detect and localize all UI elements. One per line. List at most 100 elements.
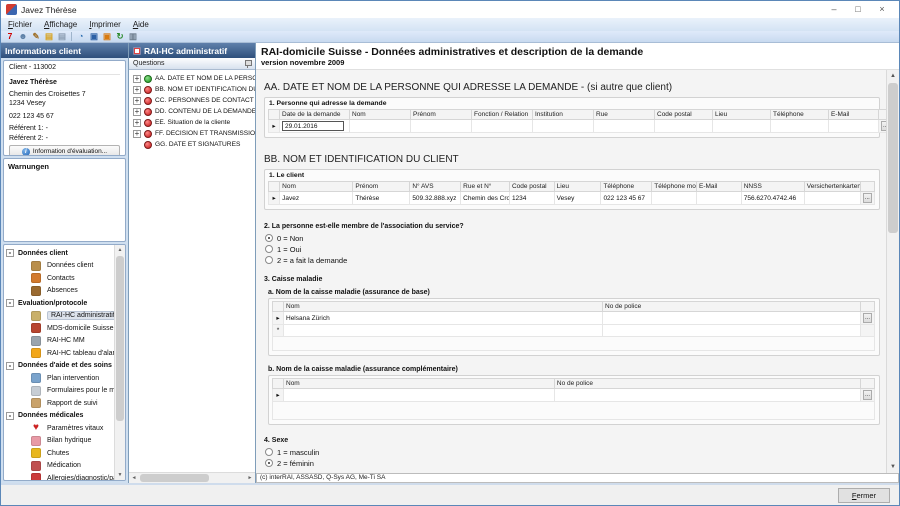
scroll-thumb[interactable] bbox=[888, 83, 898, 233]
radio-icon[interactable] bbox=[265, 234, 273, 242]
column-header[interactable]: Institution bbox=[533, 110, 594, 120]
scroll-up-icon[interactable]: ▲ bbox=[887, 70, 899, 82]
window-gray-icon[interactable]: ▤ bbox=[56, 31, 68, 42]
radio-option-feminin[interactable]: 2 = féminin bbox=[265, 458, 880, 468]
ellipsis-button[interactable]: ... bbox=[863, 193, 872, 203]
column-header[interactable]: Versichertenkarten-Nummer bbox=[804, 182, 860, 192]
column-header[interactable]: NNSS bbox=[741, 182, 804, 192]
column-header[interactable]: Fonction / Relation bbox=[472, 110, 533, 120]
column-header[interactable]: Code postal bbox=[509, 182, 554, 192]
cell-prenom[interactable]: Thérèse bbox=[353, 192, 410, 205]
menu-affichage[interactable]: Affichage bbox=[44, 20, 77, 29]
question-node-bb[interactable]: + BB. NOM ET IDENTIFICATION DU CLIENT bbox=[129, 84, 255, 95]
column-header[interactable]: Nom bbox=[284, 302, 603, 312]
pin-icon[interactable] bbox=[244, 59, 251, 68]
menu-aide[interactable]: Aide bbox=[133, 20, 149, 29]
nav-item-plan-intervention[interactable]: Plan intervention bbox=[4, 372, 114, 385]
cell[interactable] bbox=[829, 120, 879, 133]
cell[interactable] bbox=[771, 120, 829, 133]
lock-icon[interactable]: ▣ bbox=[101, 31, 113, 42]
radio-option-masculin[interactable]: 1 = masculin bbox=[265, 447, 880, 457]
cell[interactable] bbox=[411, 120, 472, 133]
cell-telephone-mobile[interactable] bbox=[652, 192, 697, 205]
column-header[interactable]: Téléphone mobile bbox=[652, 182, 697, 192]
column-header[interactable]: Nom bbox=[280, 182, 353, 192]
cell[interactable] bbox=[533, 120, 594, 133]
scroll-right-icon[interactable]: ► bbox=[245, 473, 255, 483]
row-selector[interactable]: ▸ bbox=[269, 192, 280, 205]
cell-empty[interactable] bbox=[603, 325, 861, 337]
cell-nnss[interactable]: 756.6270.4742.46 bbox=[741, 192, 804, 205]
clock-icon[interactable]: ◔ bbox=[75, 31, 87, 42]
column-header[interactable]: Téléphone bbox=[601, 182, 652, 192]
close-button[interactable]: × bbox=[870, 2, 894, 17]
edit-pencil-icon[interactable]: ✎ bbox=[30, 31, 42, 42]
nav-item-rapport-suivi[interactable]: Rapport de suivi bbox=[4, 397, 114, 410]
expand-icon[interactable]: + bbox=[133, 108, 141, 116]
cell-date-demande[interactable]: 29.01.2016 bbox=[280, 120, 350, 133]
minimize-button[interactable]: – bbox=[822, 2, 846, 17]
radio-icon[interactable] bbox=[265, 256, 273, 264]
scroll-left-icon[interactable]: ◄ bbox=[129, 473, 139, 483]
print-preview-icon[interactable]: ▥ bbox=[127, 31, 139, 42]
menu-imprimer[interactable]: Imprimer bbox=[89, 20, 121, 29]
nav-group-donnees-medicales[interactable]: - Données médicales bbox=[4, 410, 114, 423]
column-header[interactable]: Nom bbox=[284, 379, 555, 389]
cell-versicherten[interactable] bbox=[804, 192, 860, 205]
column-header[interactable]: Lieu bbox=[713, 110, 771, 120]
question-node-aa[interactable]: + AA. DATE ET NOM DE LA PERSONNE QUI AD bbox=[129, 73, 255, 84]
expand-icon[interactable]: + bbox=[133, 97, 141, 105]
column-header[interactable]: E-Mail bbox=[829, 110, 879, 120]
expand-icon[interactable]: + bbox=[133, 130, 141, 138]
cell-telephone[interactable]: 022 123 45 67 bbox=[601, 192, 652, 205]
client-person-icon[interactable]: ☻ bbox=[17, 31, 29, 42]
window-yellow-icon[interactable]: ▤ bbox=[43, 31, 55, 42]
row-selector[interactable]: ▸ bbox=[273, 312, 284, 325]
questions-hscrollbar[interactable]: ◄ ► bbox=[129, 472, 255, 483]
column-header[interactable]: Rue bbox=[594, 110, 655, 120]
column-header[interactable]: Rue et N° bbox=[461, 182, 510, 192]
cell-caisse-nom[interactable]: Helsana Zürich bbox=[284, 312, 603, 325]
nav-group-aide-soins[interactable]: - Données d'aide et des soins bbox=[4, 360, 114, 373]
row-selector[interactable]: ▸ bbox=[269, 120, 280, 133]
cell-caisse-nom[interactable] bbox=[284, 389, 555, 402]
nav-scrollbar[interactable]: ▲ ▼ bbox=[114, 245, 125, 480]
column-header[interactable]: N° AVS bbox=[410, 182, 461, 192]
fermer-button[interactable]: Fermer bbox=[838, 488, 890, 503]
nav-item-medication[interactable]: Médication bbox=[4, 460, 114, 473]
nav-item-rai-hc-administratif[interactable]: RAI-HC administratif bbox=[4, 310, 114, 323]
cell[interactable] bbox=[594, 120, 655, 133]
column-header[interactable]: Lieu bbox=[554, 182, 601, 192]
nav-group-evaluation[interactable]: - Evaluation/protocole bbox=[4, 297, 114, 310]
expand-icon[interactable]: + bbox=[133, 75, 141, 83]
radio-option-fait-demande[interactable]: 2 = a fait la demande bbox=[265, 255, 880, 265]
maximize-button[interactable]: □ bbox=[846, 2, 870, 17]
save-icon[interactable]: ▣ bbox=[88, 31, 100, 42]
scroll-thumb[interactable] bbox=[140, 474, 209, 482]
nav-group-donnees-client[interactable]: - Données client bbox=[4, 247, 114, 260]
column-header[interactable]: Date de la demande bbox=[280, 110, 350, 120]
column-header[interactable]: Code postal bbox=[655, 110, 713, 120]
cell-email[interactable] bbox=[697, 192, 742, 205]
cell[interactable] bbox=[350, 120, 411, 133]
cell-police[interactable] bbox=[554, 389, 860, 402]
ellipsis-button[interactable]: ... bbox=[863, 313, 872, 323]
radio-icon[interactable] bbox=[265, 245, 273, 253]
question-node-dd[interactable]: + DD. CONTENU DE LA DEMANDE bbox=[129, 106, 255, 117]
cell[interactable] bbox=[472, 120, 533, 133]
seven-icon[interactable]: 7 bbox=[4, 31, 16, 42]
expand-icon[interactable]: + bbox=[133, 119, 141, 127]
cell-rue[interactable]: Chemin des Crois... bbox=[461, 192, 510, 205]
column-header[interactable]: No de police bbox=[603, 302, 861, 312]
expand-icon[interactable]: + bbox=[133, 86, 141, 94]
scroll-down-icon[interactable]: ▼ bbox=[115, 470, 125, 480]
nav-item-contacts[interactable]: Contacts bbox=[4, 272, 114, 285]
nav-item-rai-hc-mm[interactable]: RAI-HC MM bbox=[4, 335, 114, 348]
cell-nom[interactable]: Javez bbox=[280, 192, 353, 205]
scroll-thumb[interactable] bbox=[116, 256, 124, 421]
nav-item-donnees-client[interactable]: Données client bbox=[4, 260, 114, 273]
nav-item-parametres-vitaux[interactable]: ♥ Paramètres vitaux bbox=[4, 422, 114, 435]
column-header[interactable]: No de police bbox=[554, 379, 860, 389]
nav-item-chutes[interactable]: Chutes bbox=[4, 447, 114, 460]
evaluation-info-button[interactable]: i Information d'évaluation... bbox=[9, 145, 120, 156]
